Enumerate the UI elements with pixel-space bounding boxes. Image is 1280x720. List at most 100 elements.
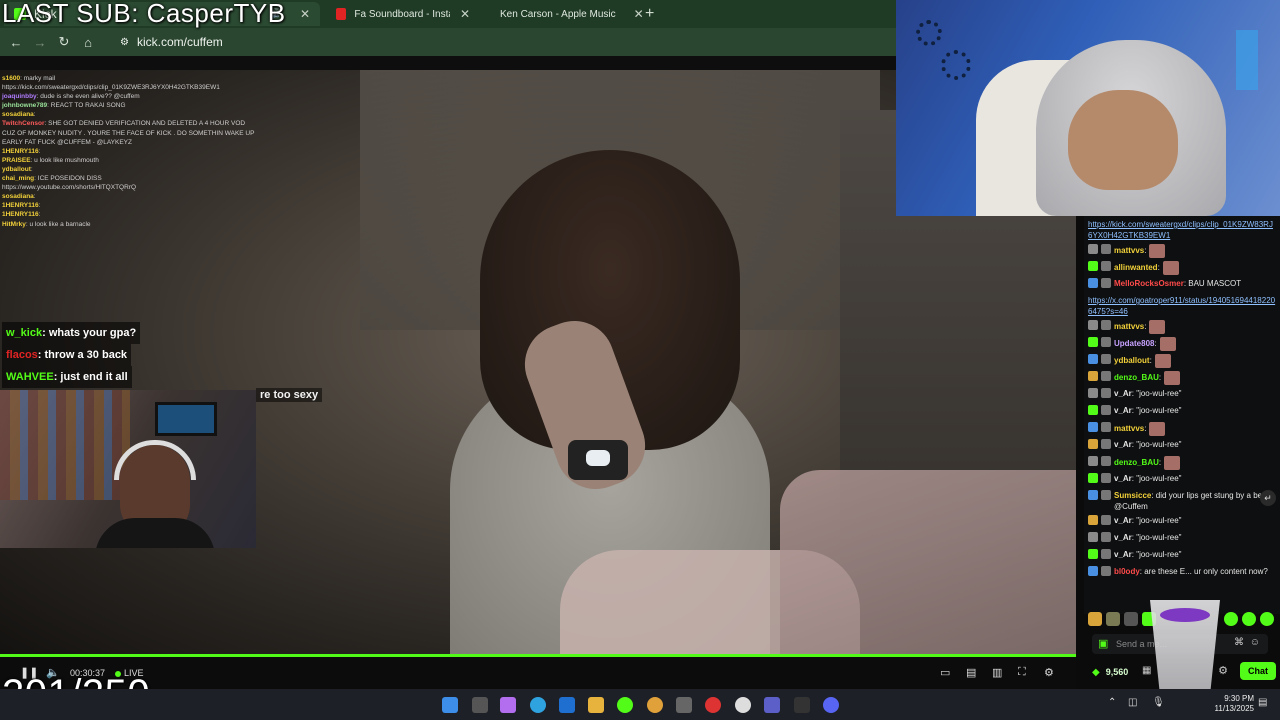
chat-text: : dude is she even alive?? @cuffem: [36, 93, 140, 101]
kick-app-icon[interactable]: [617, 697, 633, 713]
home-icon[interactable]: ⌂: [76, 35, 100, 50]
chat-username: WAHVEE: [6, 371, 54, 383]
close-icon[interactable]: ✕: [300, 7, 310, 21]
badge-icon: [1101, 244, 1111, 254]
chat-username[interactable]: mattvvs: [1114, 424, 1144, 433]
tab-soundboard[interactable]: Fa Soundboard - Instant Sound ✕: [326, 2, 480, 26]
calendar-icon[interactable]: ▦: [1142, 665, 1151, 676]
chat-username: johnbowne789: [2, 102, 48, 110]
network-icon[interactable]: ◫: [1128, 697, 1137, 708]
miniplayer-icon[interactable]: ▭: [940, 666, 950, 679]
close-icon[interactable]: ✕: [634, 7, 644, 21]
emote-icon[interactable]: [1106, 612, 1120, 626]
chat-text: : BAU MASCOT: [1183, 279, 1242, 288]
command-icon[interactable]: ⌘: [1234, 637, 1244, 648]
back-icon[interactable]: ←: [4, 35, 28, 50]
chat-send-button[interactable]: Chat: [1240, 662, 1276, 680]
discord-icon[interactable]: [823, 697, 839, 713]
emote-icon[interactable]: [1088, 612, 1102, 626]
chat-username[interactable]: v_Ar: [1114, 474, 1132, 483]
badge-icon: [1101, 439, 1111, 449]
chat-link[interactable]: https://x.com/goatroper911/status/194051…: [1088, 296, 1275, 316]
emote-icon[interactable]: [1124, 612, 1138, 626]
chat-username[interactable]: allinwanted: [1114, 263, 1158, 272]
chat-text: : whats your gpa?: [42, 327, 137, 339]
emote-icon[interactable]: [1242, 612, 1256, 626]
theater-icon[interactable]: ▤: [966, 666, 976, 679]
clock[interactable]: 9:30 PM 11/13/2025: [1215, 694, 1254, 714]
chat-text: :: [33, 193, 36, 201]
app-icon[interactable]: [794, 697, 810, 713]
url-field[interactable]: ⚙ kick.com/cuffem: [120, 35, 223, 49]
windows-start-icon[interactable]: [442, 697, 458, 713]
task-view-icon[interactable]: [472, 697, 488, 713]
tab-apple-music[interactable]: Ken Carson - Apple Music ✕: [482, 2, 644, 26]
chat-text: :: [38, 211, 41, 219]
close-icon[interactable]: ✕: [460, 7, 470, 21]
badge-icon: [1101, 490, 1111, 500]
reload-icon[interactable]: ↻: [52, 34, 76, 50]
channel-points[interactable]: 9,560: [1106, 667, 1129, 677]
app-icon[interactable]: [705, 697, 721, 713]
chat-username[interactable]: v_Ar: [1114, 440, 1132, 449]
chat-link[interactable]: https://kick.com/sweatergxd/clips/clip_0…: [1088, 220, 1273, 240]
teams-icon[interactable]: [764, 697, 780, 713]
chat-text: :: [1154, 339, 1157, 349]
chat-username[interactable]: bl0ody: [1114, 567, 1140, 576]
copilot-icon[interactable]: [500, 697, 516, 713]
badge-icon: [1101, 278, 1111, 288]
chat-text: : ICE POSEIDON DISS: [34, 175, 102, 183]
chat-username[interactable]: MelloRocksOsmer: [1114, 279, 1184, 288]
forward-icon[interactable]: →: [28, 35, 52, 50]
scroll-down-icon[interactable]: ↵: [1260, 490, 1276, 506]
chat-username: chai_ming: [2, 175, 35, 183]
file-explorer-icon[interactable]: [588, 697, 604, 713]
chat-message: v_Ar: "joo-wul-ree": [1088, 402, 1276, 419]
badge-icon: [1088, 473, 1098, 483]
emote-icon[interactable]: [1260, 612, 1274, 626]
chat-username[interactable]: v_Ar: [1114, 406, 1132, 415]
mic-icon[interactable]: 🎙: [1152, 697, 1165, 708]
badge-icon: [1088, 320, 1098, 330]
chat-text: : "joo-wul-ree": [1131, 389, 1182, 398]
chat-message-body: ydballout:: [1114, 354, 1171, 368]
chat-message: 1HENRY116:: [2, 210, 302, 219]
edge-icon[interactable]: [530, 697, 546, 713]
chrome-icon[interactable]: [647, 697, 663, 713]
chat-message: 1HENRY116:: [2, 147, 302, 156]
store-icon[interactable]: [676, 697, 692, 713]
chat-username[interactable]: Update808: [1114, 339, 1154, 348]
chat-badge-icon[interactable]: ▣: [1098, 637, 1108, 650]
chat-text: : SHE GOT DENIED VERIFICATION AND DELETE…: [44, 120, 246, 128]
fullscreen-icon[interactable]: ⛶: [1018, 666, 1026, 679]
chat-username[interactable]: v_Ar: [1114, 389, 1132, 398]
chat-username: sosadiana: [2, 193, 34, 201]
clip-icon[interactable]: ▥: [992, 666, 1002, 679]
site-info-icon[interactable]: ⚙: [120, 37, 129, 48]
new-tab-icon[interactable]: +: [645, 5, 654, 23]
chat-username[interactable]: mattvvs: [1114, 322, 1144, 331]
notification-icon[interactable]: ▤: [1258, 697, 1267, 708]
settings-icon[interactable]: ⚙: [1218, 664, 1228, 677]
chat-username[interactable]: denzo_BAU: [1114, 373, 1159, 382]
outlook-icon[interactable]: [559, 697, 575, 713]
app-icon[interactable]: [735, 697, 751, 713]
emoji-icon[interactable]: ☺: [1250, 637, 1260, 648]
emote-icon[interactable]: [1224, 612, 1238, 626]
badge-icon: [1088, 405, 1098, 415]
chat-username[interactable]: denzo_BAU: [1114, 458, 1159, 467]
chat-username[interactable]: mattvvs: [1114, 246, 1144, 255]
chat-username[interactable]: v_Ar: [1114, 516, 1132, 525]
chat-message: mattvvs:: [1088, 241, 1276, 258]
settings-icon[interactable]: ⚙: [1044, 666, 1054, 679]
chat-message: MelloRocksOsmer: BAU MASCOT: [1088, 275, 1276, 292]
chat-message: sosadiana:: [2, 192, 302, 201]
chat-username[interactable]: v_Ar: [1114, 550, 1132, 559]
chat-message: v_Ar: "joo-wul-ree": [1088, 470, 1276, 487]
chat-message: s1600: marky mail: [2, 74, 302, 83]
chat-username[interactable]: ydballout: [1114, 356, 1150, 365]
stream-chat-overlay: s1600: marky mail https://kick.com/sweate…: [2, 74, 302, 229]
tray-chevron-icon[interactable]: ⌃: [1108, 697, 1116, 708]
chat-username[interactable]: Sumsicce: [1114, 491, 1151, 500]
chat-username[interactable]: v_Ar: [1114, 533, 1132, 542]
